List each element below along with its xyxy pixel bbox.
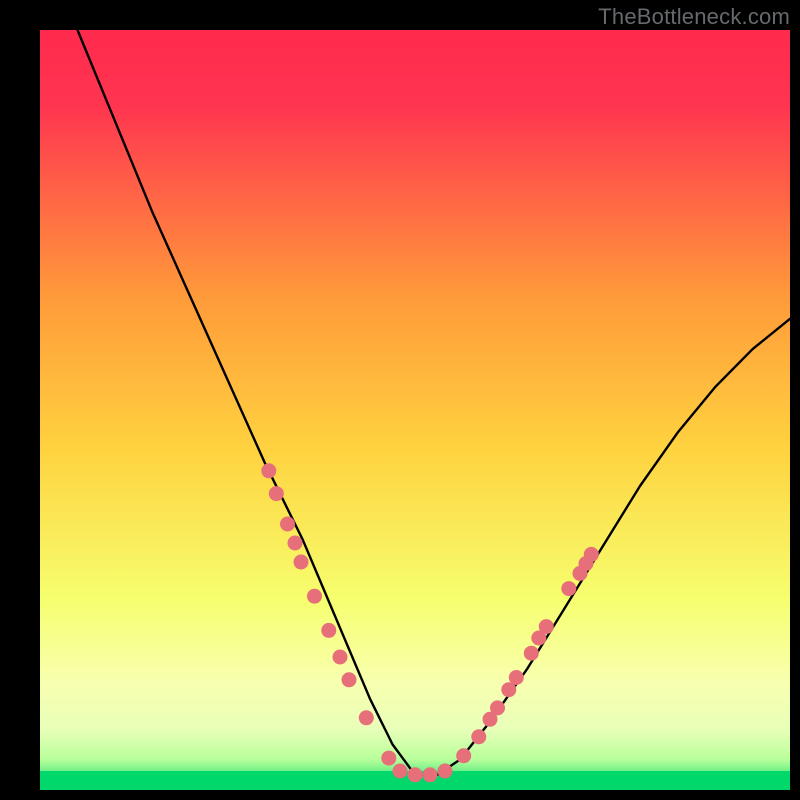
- chart-frame: TheBottleneck.com: [0, 0, 800, 800]
- bottleneck-chart: [0, 0, 800, 800]
- watermark-label: TheBottleneck.com: [598, 4, 790, 30]
